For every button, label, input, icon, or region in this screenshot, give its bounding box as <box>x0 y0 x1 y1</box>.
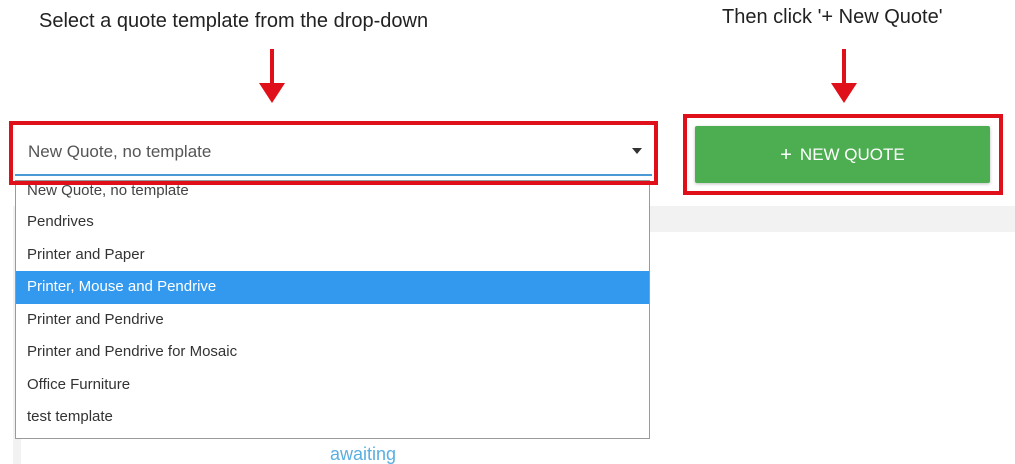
dropdown-option[interactable]: Office Furniture <box>16 369 649 402</box>
dropdown-option[interactable]: test template <box>16 401 649 434</box>
select-highlight-box <box>9 121 658 185</box>
instruction-select-template: Select a quote template from the drop-do… <box>39 10 429 32</box>
dropdown-option[interactable]: Printer and Paper <box>16 239 649 272</box>
arrow-down-icon <box>831 49 857 103</box>
dropdown-option[interactable]: Pendrives <box>16 206 649 239</box>
dropdown-option[interactable]: Printer and Pendrive for Mosaic <box>16 336 649 369</box>
screenshot-stage: awaiting Select a quote template from th… <box>0 0 1015 464</box>
template-dropdown-list: New Quote, no template Pendrives Printer… <box>15 180 650 439</box>
arrow-down-icon <box>259 49 285 103</box>
status-awaiting: awaiting <box>330 444 397 464</box>
instruction-click-new-quote: Then click '+ New Quote' <box>722 6 943 28</box>
button-highlight-box <box>683 114 1003 195</box>
dropdown-option-highlighted[interactable]: Printer, Mouse and Pendrive <box>16 271 649 304</box>
dropdown-option[interactable]: Printer and Pendrive <box>16 304 649 337</box>
